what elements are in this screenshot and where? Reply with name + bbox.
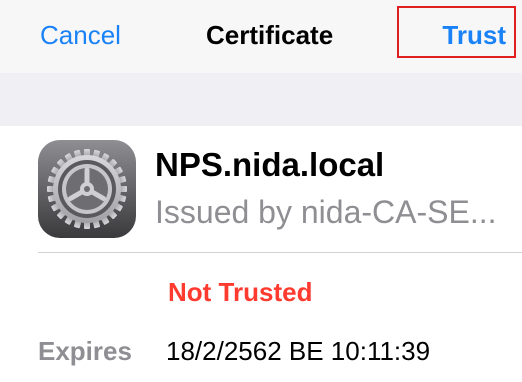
certificate-issuer: Issued by nida-CA-SE... bbox=[155, 194, 497, 230]
expires-value: 18/2/2562 BE 10:11:39 bbox=[166, 336, 431, 366]
trust-button[interactable]: Trust bbox=[442, 16, 506, 54]
trust-highlight-box: Trust bbox=[397, 6, 516, 58]
expires-label: Expires bbox=[38, 336, 132, 366]
page-title: Certificate bbox=[206, 20, 334, 50]
trust-status-label: Not Trusted bbox=[168, 277, 313, 307]
certificate-screen: Cancel Certificate Trust NPS.nida.local … bbox=[0, 0, 522, 382]
certificate-name: NPS.nida.local bbox=[155, 146, 385, 183]
navigation-bar: Cancel Certificate Trust bbox=[0, 0, 522, 73]
section-spacer bbox=[0, 73, 522, 126]
settings-gear-icon bbox=[38, 140, 136, 238]
cancel-button[interactable]: Cancel bbox=[40, 16, 121, 54]
divider bbox=[38, 252, 522, 253]
